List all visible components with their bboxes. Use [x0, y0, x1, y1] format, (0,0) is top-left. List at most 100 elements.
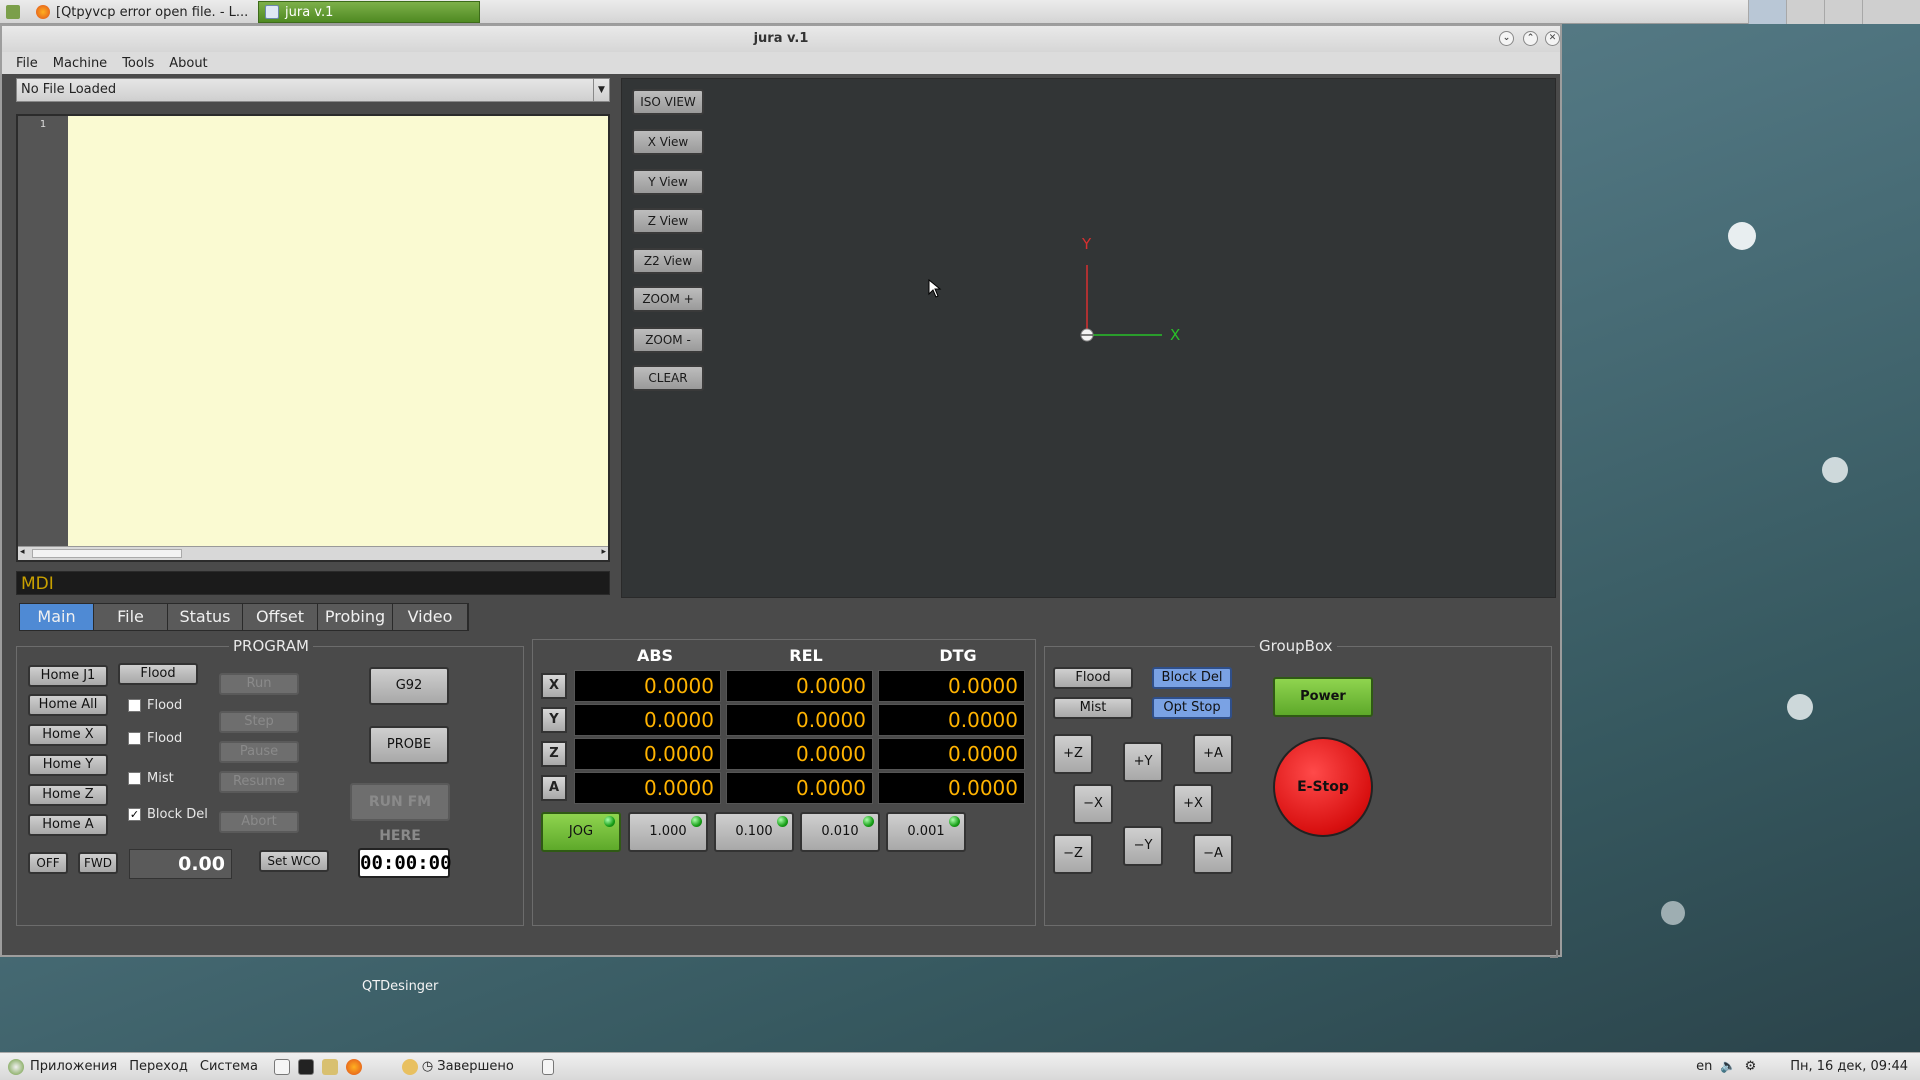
run-from-here-button[interactable]: RUN FM HERE	[350, 783, 450, 844]
tab-main[interactable]: Main	[20, 604, 94, 630]
check-icon[interactable]: ✓	[128, 808, 141, 821]
mdi-input[interactable]: MDI	[16, 571, 610, 595]
workspace-3[interactable]	[1824, 0, 1862, 24]
jog-plus-y-button[interactable]: +Y	[1123, 742, 1163, 782]
set-wco-button[interactable]: Set WCO	[259, 850, 329, 872]
menu-tools[interactable]: Tools	[122, 56, 154, 71]
spindle-off-button[interactable]: OFF	[28, 852, 68, 874]
applications-menu[interactable]: Приложения	[8, 1058, 117, 1075]
scroll-right-icon[interactable]: ▸	[601, 547, 606, 557]
tab-offset[interactable]: Offset	[243, 604, 318, 630]
chevron-down-icon[interactable]: ▼	[593, 79, 609, 101]
volume-icon[interactable]: 🔈	[1720, 1059, 1736, 1074]
increment-1-button[interactable]: 1.000	[628, 812, 708, 852]
resize-grip-icon[interactable]	[1550, 950, 1558, 958]
scroll-left-icon[interactable]: ◂	[20, 547, 25, 557]
probe-button[interactable]: PROBE	[369, 726, 449, 764]
task-completed[interactable]: ◷ Завершено	[401, 1058, 514, 1075]
menu-about[interactable]: About	[169, 56, 207, 71]
checkbox-label: Flood	[147, 731, 183, 746]
tab-video[interactable]: Video	[393, 604, 468, 630]
axis-a-button[interactable]: A	[541, 775, 567, 801]
maximize-icon[interactable]: ⌃	[1523, 31, 1538, 46]
block-del-toggle[interactable]: Block Del	[1152, 667, 1232, 689]
file-select[interactable]: No File Loaded ▼	[16, 78, 610, 102]
axes-origin-indicator: Y X	[1080, 235, 1180, 344]
menu-file[interactable]: File	[16, 56, 38, 71]
dro-y-dtg: 0.0000	[878, 704, 1025, 736]
workspace-1[interactable]	[1748, 0, 1786, 24]
settings-icon[interactable]: ⚙	[1745, 1059, 1757, 1074]
keyboard-layout[interactable]: en	[1696, 1059, 1712, 1074]
workspace-4[interactable]	[1862, 0, 1920, 24]
gcode-editor[interactable]: 1 ◂ ▸	[16, 114, 610, 562]
home-all-button[interactable]: Home All	[28, 694, 108, 716]
checkbox[interactable]	[128, 732, 141, 745]
flood-checkbox-2[interactable]: Flood	[128, 731, 182, 746]
flood-button[interactable]: Flood	[118, 663, 198, 685]
task-jura[interactable]: jura v.1	[258, 1, 480, 23]
axis-y-button[interactable]: Y	[541, 707, 567, 733]
g92-button[interactable]: G92	[369, 667, 449, 705]
power-button[interactable]: Power	[1273, 677, 1373, 717]
system-menu[interactable]: Система	[200, 1059, 258, 1074]
horizontal-scrollbar[interactable]: ◂ ▸	[18, 546, 608, 560]
desktop-decor-dot	[1822, 457, 1848, 483]
home-z-button[interactable]: Home Z	[28, 784, 108, 806]
jog-button[interactable]: JOG	[541, 812, 621, 852]
estop-button[interactable]: E-Stop	[1273, 737, 1373, 837]
firefox-launcher[interactable]	[345, 1058, 362, 1075]
desktop-icon-label[interactable]: QTDesinger	[362, 979, 438, 994]
window-titlebar[interactable]: jura v.1 ⌄ ⌃ ✕	[2, 26, 1560, 52]
mist-checkbox[interactable]: Mist	[128, 771, 174, 786]
jog-plus-a-button[interactable]: +A	[1193, 734, 1233, 774]
app-menu-icon[interactable]	[0, 1, 30, 23]
home-x-button[interactable]: Home X	[28, 724, 108, 746]
jog-plus-z-button[interactable]: +Z	[1053, 734, 1093, 774]
flood-toggle[interactable]: Flood	[1053, 667, 1133, 689]
task-label: [Qtpyvcp error open file. - L...	[56, 4, 249, 20]
increment-0-001-button[interactable]: 0.001	[886, 812, 966, 852]
minimize-icon[interactable]: ⌄	[1499, 31, 1514, 46]
terminal-launcher[interactable]	[297, 1058, 314, 1075]
flood-checkbox[interactable]: Flood	[128, 698, 182, 713]
jog-minus-a-button[interactable]: −A	[1193, 834, 1233, 874]
spindle-fwd-button[interactable]: FWD	[78, 852, 118, 874]
axis-x-button[interactable]: X	[541, 673, 567, 699]
workspace-2[interactable]	[1786, 0, 1824, 24]
home-a-button[interactable]: Home A	[28, 814, 108, 836]
tab-file[interactable]: File	[94, 604, 168, 630]
jog-minus-y-button[interactable]: −Y	[1123, 826, 1163, 866]
checkbox[interactable]	[128, 699, 141, 712]
tab-probing[interactable]: Probing	[318, 604, 393, 630]
home-j1-button[interactable]: Home J1	[28, 665, 108, 687]
block-del-checkbox[interactable]: ✓ Block Del	[128, 807, 208, 822]
increment-0-1-button[interactable]: 0.100	[714, 812, 794, 852]
home-y-button[interactable]: Home Y	[28, 754, 108, 776]
tab-status[interactable]: Status	[168, 604, 243, 630]
terminal-icon	[297, 1058, 314, 1075]
close-icon[interactable]: ✕	[1545, 31, 1560, 46]
axis-z-button[interactable]: Z	[541, 741, 567, 767]
abort-button[interactable]: Abort	[219, 811, 299, 833]
text-editor-launcher[interactable]	[273, 1058, 290, 1075]
task-qtpyvcp-error[interactable]: [Qtpyvcp error open file. - L...	[30, 1, 254, 23]
pause-button[interactable]: Pause	[219, 741, 299, 763]
opt-stop-toggle[interactable]: Opt Stop	[1152, 697, 1232, 719]
gcode-graphics-view[interactable]: ISO VIEW X View Y View Z View Z2 View ZO…	[621, 78, 1556, 598]
menu-machine[interactable]: Machine	[53, 56, 107, 71]
jog-minus-x-button[interactable]: −X	[1073, 784, 1113, 824]
tool-launcher[interactable]	[321, 1058, 338, 1075]
step-button[interactable]: Step	[219, 711, 299, 733]
increment-0-01-button[interactable]: 0.010	[800, 812, 880, 852]
places-menu[interactable]: Переход	[129, 1059, 188, 1074]
checkbox[interactable]	[128, 772, 141, 785]
run-button[interactable]: Run	[219, 673, 299, 695]
scrollbar-thumb[interactable]	[32, 549, 182, 558]
resume-button[interactable]: Resume	[219, 771, 299, 793]
jog-minus-z-button[interactable]: −Z	[1053, 834, 1093, 874]
show-desktop-button[interactable]	[541, 1058, 554, 1075]
clock[interactable]: Пн, 16 дек, 09:44	[1790, 1059, 1908, 1074]
jog-plus-x-button[interactable]: +X	[1173, 784, 1213, 824]
mist-toggle[interactable]: Mist	[1053, 697, 1133, 719]
